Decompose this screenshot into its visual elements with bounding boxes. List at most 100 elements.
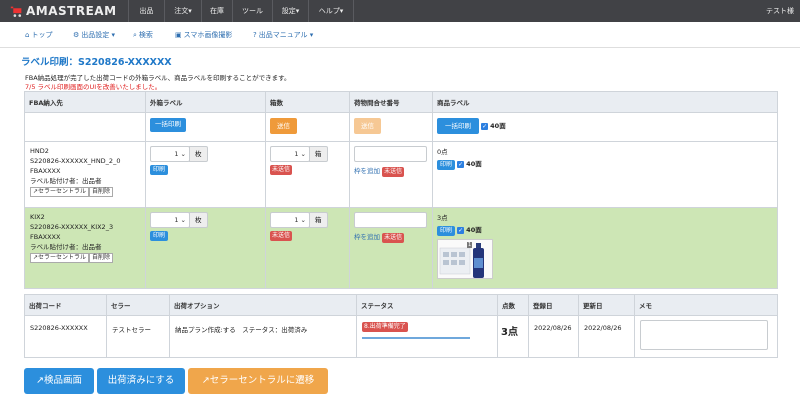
registered-date: 2022/08/26 — [528, 315, 579, 358]
box-count-select[interactable]: 1 ⌄ — [270, 146, 310, 162]
subnav-label: 検索 — [138, 31, 153, 39]
product-image — [439, 243, 484, 278]
external-link-icon: ↗ — [36, 375, 44, 386]
seller-central-link[interactable]: ↗セラーセントラル — [30, 253, 90, 263]
label-table: FBA納入先 外箱ラベル 箱数 荷物問合せ番号 商品ラベル 一括印刷 送信 送信… — [24, 91, 778, 289]
labeler: ラベル貼付け者：出品者 — [30, 177, 102, 185]
shipment-id: S220826-XXXXXX_KIX2_3 — [30, 223, 114, 231]
inspect-screen-button[interactable]: ↗検品画面 — [24, 368, 94, 394]
add-frame-link[interactable]: 枠を追加 — [354, 167, 380, 175]
subnav-label: スマホ画像撮影 — [183, 31, 233, 39]
seller-central-link[interactable]: ↗セラーセントラル — [30, 187, 90, 197]
product-count: 40面 — [466, 226, 482, 234]
self-delete-button[interactable]: 自削除 — [89, 187, 114, 197]
chevron-down-icon: ⌄ — [180, 216, 186, 224]
box-status-badge: 未送信 — [270, 165, 293, 175]
tracking-status-badge: 未送信 — [382, 233, 405, 243]
user-menu[interactable]: テスト様 — [766, 0, 794, 22]
bulk-row: 一括印刷 送信 送信 一括印刷 ✓ 40面 — [24, 112, 778, 142]
checkbox-checked-icon[interactable]: ✓ — [457, 226, 465, 234]
cart-icon — [10, 6, 22, 17]
center-code: KIX2 — [30, 213, 45, 221]
col-memo: メモ — [634, 294, 778, 316]
home-icon: ⌂ — [25, 31, 30, 39]
updated-date: 2022/08/26 — [578, 315, 635, 358]
product-thumbnail[interactable]: 1 — [437, 239, 493, 279]
col-fba-center: FBA納入先 — [24, 91, 146, 113]
shipment-table: 出荷コード セラー 出荷オプション ステータス 点数 登録日 更新日 メモ S2… — [24, 294, 778, 358]
tracking-input[interactable] — [354, 146, 427, 162]
col-points: 点数 — [497, 294, 529, 316]
top-navbar: AMASTREAM 出品 注文▾ 在庫 ツール 設定▾ ヘルプ▾ テスト様 — [0, 0, 800, 22]
logo[interactable]: AMASTREAM — [10, 3, 117, 19]
table-header: 出荷コード セラー 出荷オプション ステータス 点数 登録日 更新日 メモ — [24, 294, 778, 316]
table-header: FBA納入先 外箱ラベル 箱数 荷物問合せ番号 商品ラベル — [24, 91, 778, 113]
self-delete-button[interactable]: 自削除 — [89, 253, 114, 263]
add-frame-link[interactable]: 枠を追加 — [354, 233, 380, 241]
col-shipment-code: 出荷コード — [24, 294, 107, 316]
update-notice: 7/5 ラベル印刷画面のUIを改善いたしました。 — [25, 83, 162, 91]
ship-option: 納品プラン作成:する ステータス：出荷済み — [169, 315, 357, 358]
product-print-button[interactable]: 印刷 — [437, 226, 456, 236]
mark-shipped-button[interactable]: 出荷済みにする — [97, 368, 185, 394]
subnav-label: トップ — [31, 31, 53, 39]
nav-listing[interactable]: 出品 — [128, 0, 164, 22]
sub-navbar: ⌂ トップ ⚙ 出品設定 ▾ ⌕ 検索 ▣ スマホ画像撮影 ? 出品マニュアル ▾ — [0, 22, 800, 48]
seller-name: テストセラー — [106, 315, 170, 358]
col-ship-option: 出荷オプション — [169, 294, 357, 316]
box-count-value: 1 — [294, 216, 299, 224]
subnav-search[interactable]: ⌕ 検索 — [133, 30, 153, 40]
labeler: ラベル貼付け者：出品者 — [30, 243, 102, 251]
box-count-select[interactable]: 1 ⌄ — [270, 212, 310, 228]
subnav-label: 出品設定 ▾ — [81, 31, 116, 39]
nav-inventory[interactable]: 在庫 — [201, 0, 232, 22]
col-seller: セラー — [106, 294, 170, 316]
product-print-button[interactable]: 印刷 — [437, 160, 456, 170]
nav-tools[interactable]: ツール — [232, 0, 272, 22]
gear-icon: ⚙ — [73, 31, 80, 39]
nav-help[interactable]: ヘルプ▾ — [308, 0, 354, 22]
memo-textarea[interactable] — [640, 320, 768, 350]
nav-orders[interactable]: 注文▾ — [164, 0, 201, 22]
col-status: ステータス — [356, 294, 498, 316]
subnav-phone-photo[interactable]: ▣ スマホ画像撮影 — [175, 30, 232, 40]
product-points: 0点 — [437, 148, 448, 156]
status-progress-bar — [362, 337, 470, 339]
bulk-tracking-send-button[interactable]: 送信 — [354, 118, 381, 134]
chevron-down-icon: ⌄ — [180, 150, 186, 158]
col-product-label: 商品ラベル — [432, 91, 778, 113]
bulk-outer-print-button[interactable]: 一括印刷 — [150, 118, 186, 132]
chevron-down-icon: ⌄ — [300, 216, 306, 224]
inspect-label: 検品画面 — [43, 375, 82, 386]
checkbox-checked-icon[interactable]: ✓ — [481, 122, 489, 130]
box-unit: 箱 — [309, 212, 328, 228]
seller-central-label: セラーセントラルに遷移 — [209, 375, 315, 386]
nav-settings[interactable]: 設定▾ — [272, 0, 308, 22]
search-icon: ⌕ — [133, 31, 137, 39]
bulk-box-send-button[interactable]: 送信 — [270, 118, 297, 134]
table-row: S220826-XXXXXX テストセラー 納品プラン作成:する ステータス：出… — [24, 315, 778, 358]
outer-qty-select[interactable]: 1 ⌄ — [150, 212, 190, 228]
seller-central-label: セラーセントラル — [38, 188, 87, 195]
product-points: 3点 — [437, 214, 448, 222]
checkbox-checked-icon[interactable]: ✓ — [457, 160, 465, 168]
bulk-product-print-button[interactable]: 一括印刷 — [437, 118, 479, 134]
seller-central-button[interactable]: ↗セラーセントラルに遷移 — [188, 368, 328, 394]
tracking-input[interactable] — [354, 212, 427, 228]
box-count-value: 1 — [294, 150, 299, 158]
subnav-listing-settings[interactable]: ⚙ 出品設定 ▾ — [73, 30, 115, 40]
subnav-top[interactable]: ⌂ トップ — [25, 30, 52, 40]
outer-print-button[interactable]: 印刷 — [150, 165, 169, 175]
outer-qty-value: 1 — [174, 216, 179, 224]
col-outer-label: 外箱ラベル — [145, 91, 266, 113]
subnav-manual[interactable]: ? 出品マニュアル ▾ — [253, 30, 313, 40]
col-registered: 登録日 — [528, 294, 579, 316]
fba-id: FBAXXXX — [30, 233, 61, 241]
page-title: ラベル印刷：S220826-XXXXXX — [21, 57, 172, 68]
outer-unit: 枚 — [189, 146, 208, 162]
col-updated: 更新日 — [578, 294, 635, 316]
outer-print-button[interactable]: 印刷 — [150, 231, 169, 241]
question-icon: ? — [253, 31, 257, 39]
shipment-code: S220826-XXXXXX — [24, 315, 107, 358]
outer-qty-select[interactable]: 1 ⌄ — [150, 146, 190, 162]
